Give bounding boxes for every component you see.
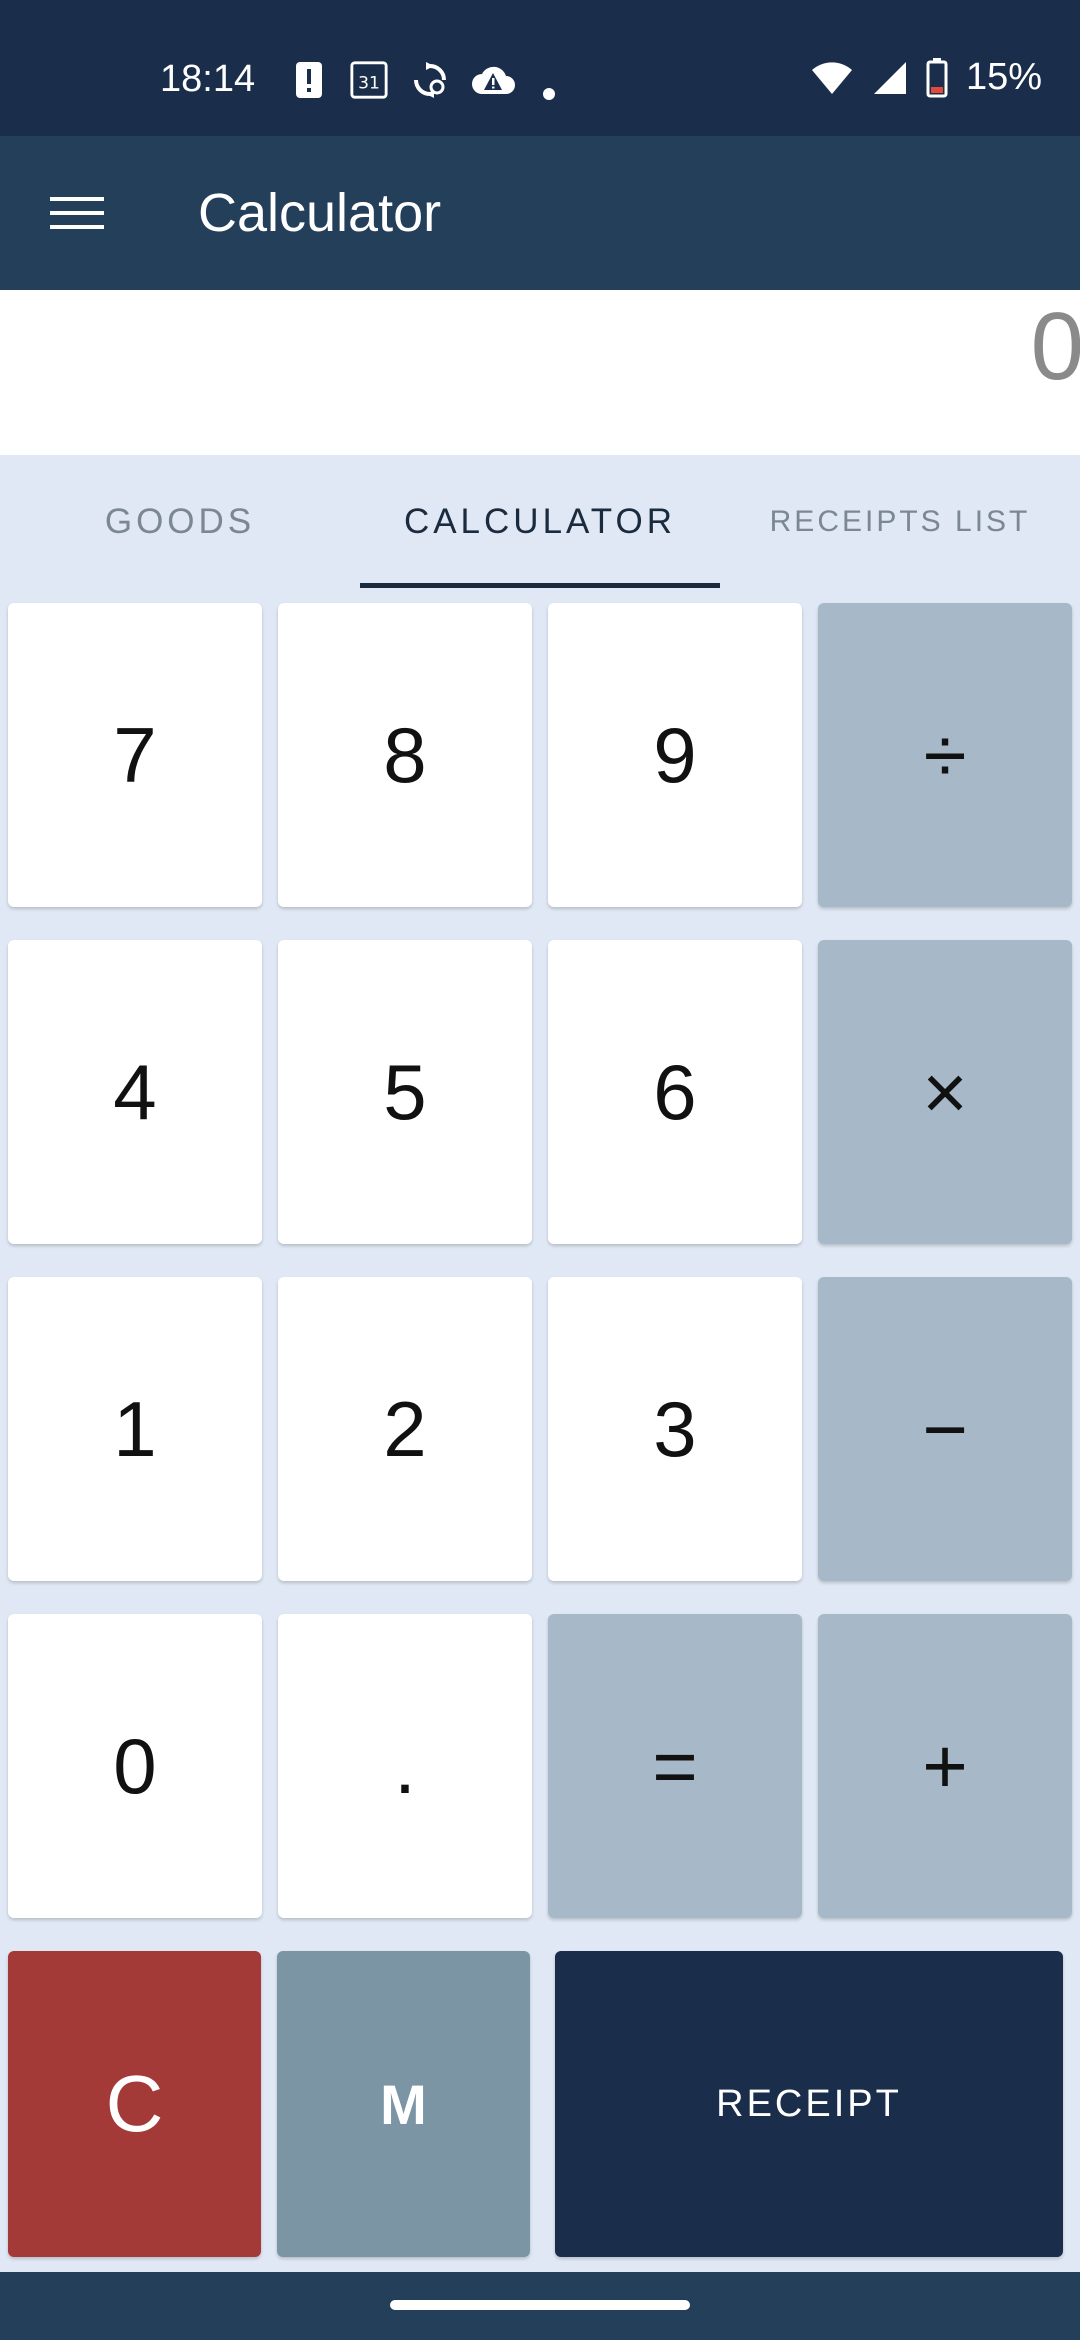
tab-receipts-list[interactable]: RECEIPTS LIST xyxy=(720,455,1080,588)
home-gesture-handle[interactable] xyxy=(390,2300,690,2310)
key-6[interactable]: 6 xyxy=(548,940,802,1244)
key-divide[interactable]: ÷ xyxy=(818,603,1072,907)
calculator-display: 0 xyxy=(0,290,1080,455)
status-time: 18:14 xyxy=(160,58,256,100)
alert-icon xyxy=(296,62,322,98)
sync-icon xyxy=(414,62,446,98)
key-8[interactable]: 8 xyxy=(278,603,532,907)
tab-goods-label: GOODS xyxy=(104,501,256,541)
key-multiply[interactable]: × xyxy=(818,940,1072,1244)
tab-receipts-list-label: RECEIPTS LIST xyxy=(769,504,1031,538)
battery-low-icon xyxy=(926,57,948,97)
tab-bar: GOODS CALCULATOR RECEIPTS LIST xyxy=(0,455,1080,588)
key-decimal[interactable]: . xyxy=(278,1614,532,1918)
key-equals[interactable]: = xyxy=(548,1614,802,1918)
display-value: 0 xyxy=(1030,293,1080,400)
battery-percent: 15% xyxy=(965,56,1042,98)
app-title: Calculator xyxy=(198,183,442,243)
dot-icon xyxy=(543,88,555,100)
key-9[interactable]: 9 xyxy=(548,603,802,907)
app-bar: Calculator xyxy=(0,136,1080,290)
key-4[interactable]: 4 xyxy=(8,940,262,1244)
key-5[interactable]: 5 xyxy=(278,940,532,1244)
menu-button[interactable] xyxy=(40,176,114,250)
key-add[interactable]: + xyxy=(818,1614,1072,1918)
system-nav-bar xyxy=(0,2272,1080,2340)
signal-icon xyxy=(873,61,906,94)
key-0[interactable]: 0 xyxy=(8,1614,262,1918)
tab-goods[interactable]: GOODS xyxy=(0,455,360,588)
cloud-warning-icon xyxy=(472,66,515,94)
tab-calculator-label: CALCULATOR xyxy=(403,501,677,541)
key-subtract[interactable]: − xyxy=(818,1277,1072,1581)
keypad: 7 8 9 ÷ 4 5 6 × 1 2 3 − 0 . = + C M RECE… xyxy=(0,588,1080,2268)
status-bar: 18:14 31 15% xyxy=(0,0,1080,136)
calendar-icon: 31 xyxy=(350,61,388,99)
memory-button[interactable]: M xyxy=(277,1951,530,2257)
calculator-screen: 18:14 31 15% Calculator 0 GOODS CALCULAT… xyxy=(0,0,1080,2340)
receipt-button[interactable]: RECEIPT xyxy=(555,1951,1063,2257)
key-3[interactable]: 3 xyxy=(548,1277,802,1581)
key-1[interactable]: 1 xyxy=(8,1277,262,1581)
calendar-day-text: 31 xyxy=(358,74,380,94)
hamburger-menu-icon xyxy=(50,197,104,229)
tab-calculator[interactable]: CALCULATOR xyxy=(360,455,720,588)
clear-button[interactable]: C xyxy=(8,1951,261,2257)
key-7[interactable]: 7 xyxy=(8,603,262,907)
key-2[interactable]: 2 xyxy=(278,1277,532,1581)
status-right: 15% xyxy=(810,56,1042,99)
wifi-icon xyxy=(811,61,852,94)
